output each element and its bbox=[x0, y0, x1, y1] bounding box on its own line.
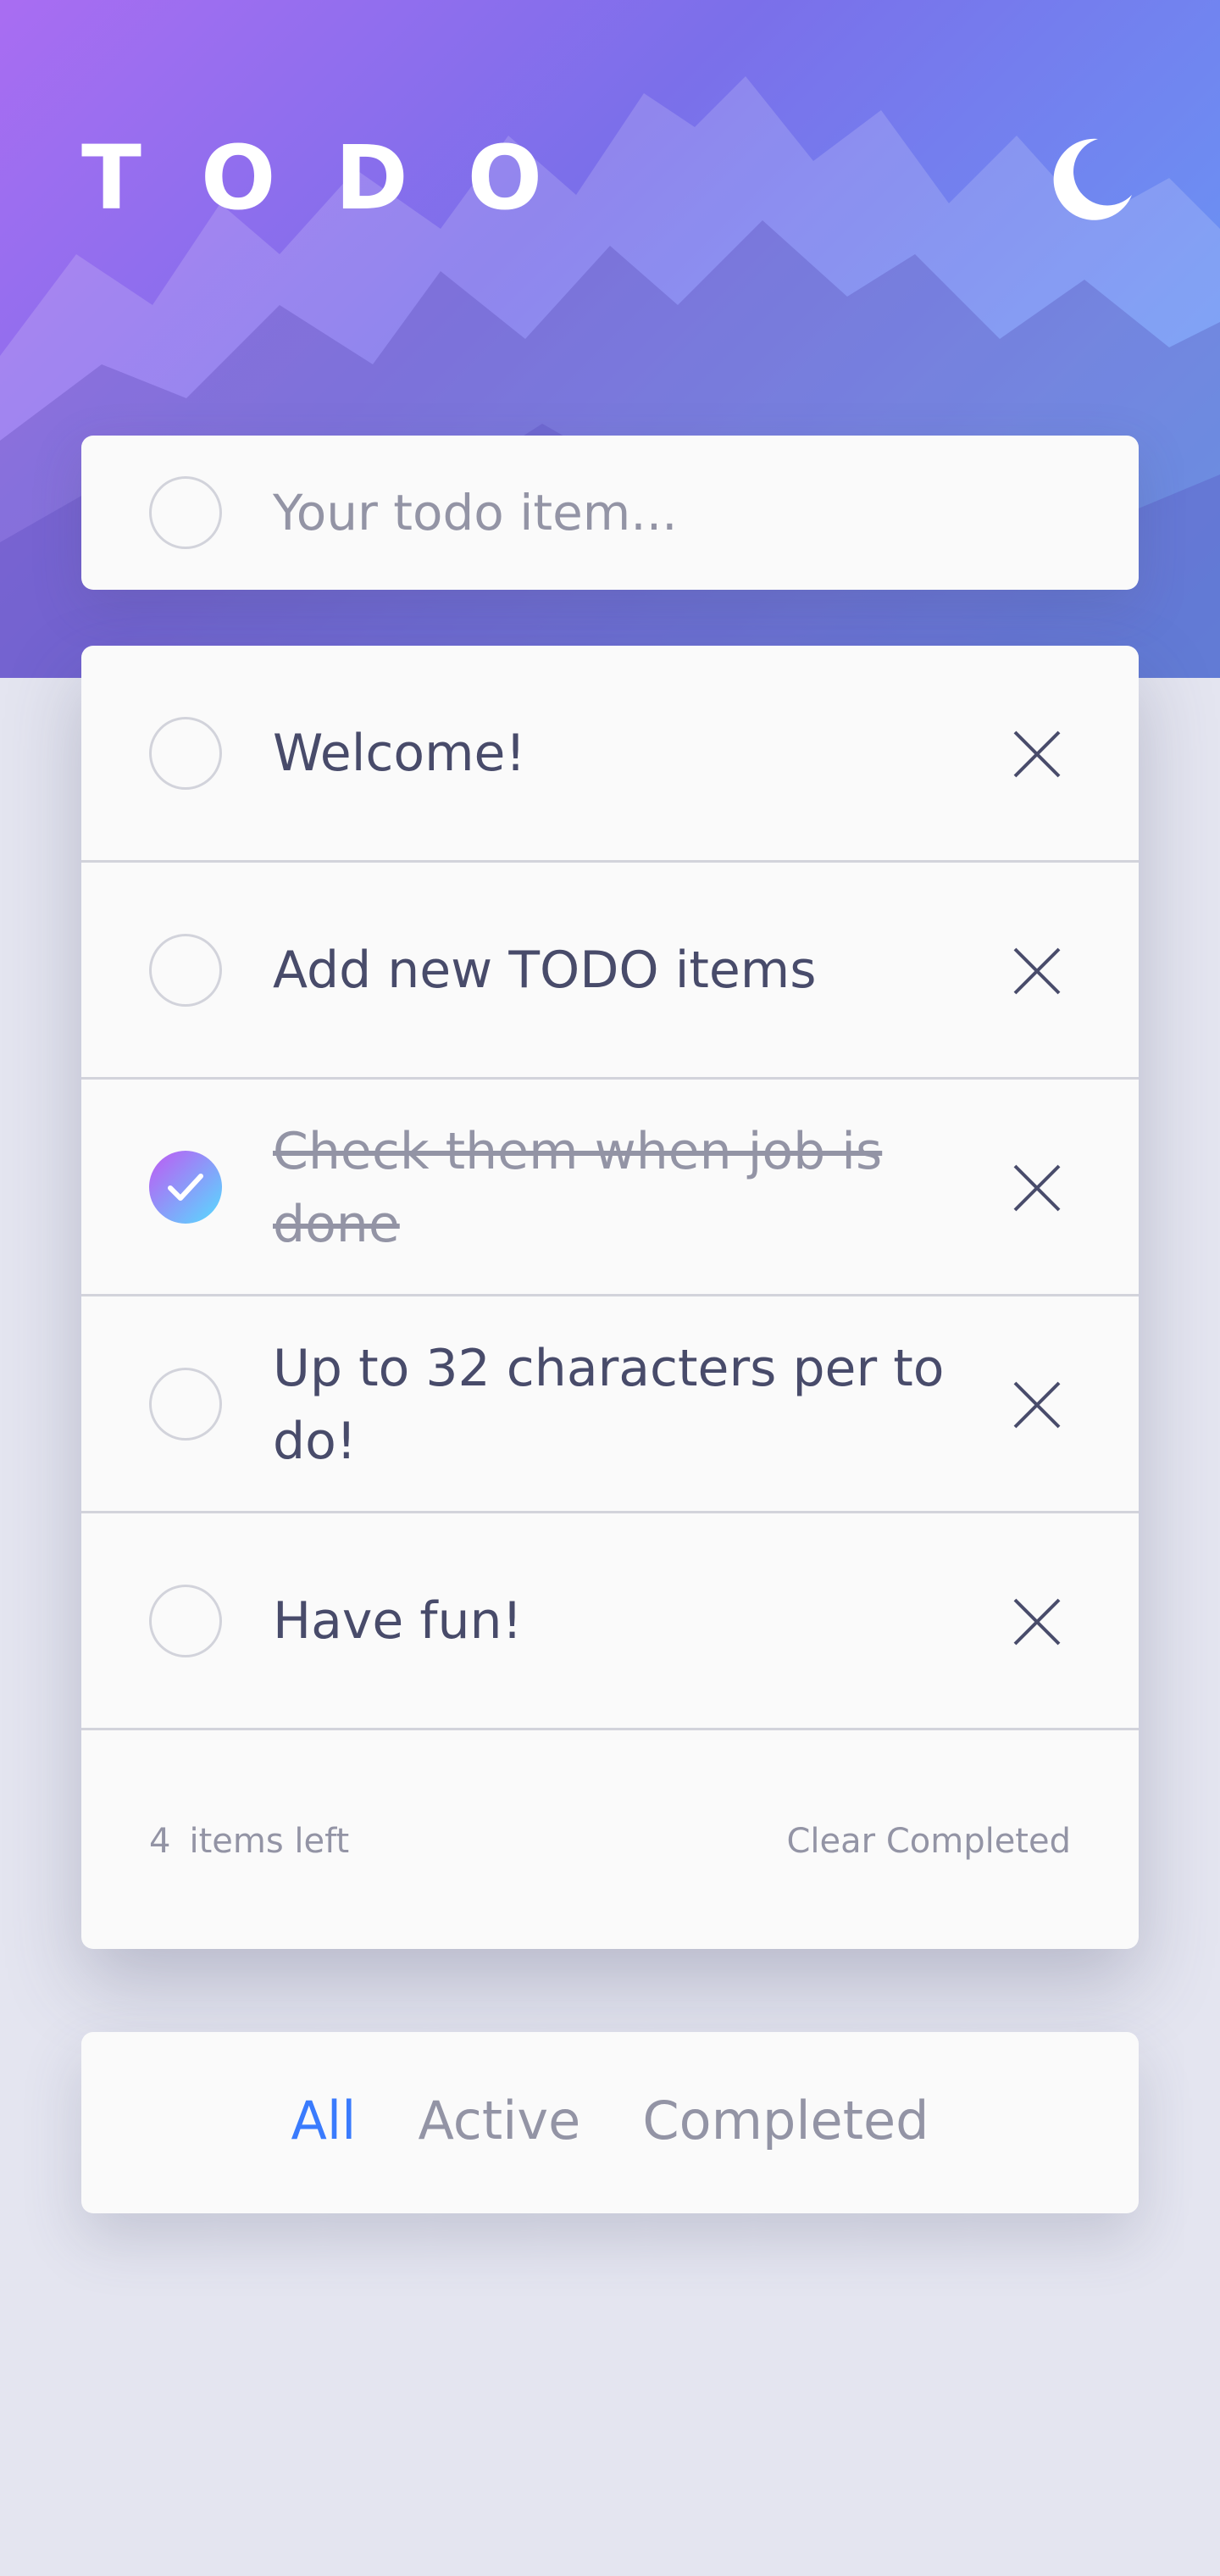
close-icon[interactable] bbox=[1013, 1381, 1061, 1429]
todo-item: Add new TODO items bbox=[81, 863, 1139, 1080]
todo-check-circle[interactable] bbox=[149, 1368, 222, 1441]
app-title: TODO bbox=[81, 126, 602, 230]
close-icon[interactable] bbox=[1013, 947, 1061, 995]
todo-check-circle[interactable] bbox=[149, 934, 222, 1007]
todo-check-circle[interactable] bbox=[149, 717, 222, 790]
todo-text[interactable]: Check them when job is done bbox=[273, 1115, 1018, 1261]
filter-active[interactable]: Active bbox=[418, 2090, 580, 2151]
list-footer: 4 items left Clear Completed bbox=[81, 1730, 1139, 1949]
todo-list: Welcome! Add new TODO items Check them w… bbox=[81, 646, 1139, 1949]
todo-item: Up to 32 characters per to do! bbox=[81, 1296, 1139, 1513]
todo-check-circle-checked[interactable] bbox=[149, 1151, 222, 1224]
todo-item: Have fun! bbox=[81, 1513, 1139, 1730]
close-icon[interactable] bbox=[1013, 1164, 1061, 1212]
todo-text[interactable]: Up to 32 characters per to do! bbox=[273, 1332, 1018, 1478]
new-todo-card bbox=[81, 436, 1139, 590]
moon-icon[interactable] bbox=[1047, 134, 1135, 222]
items-left-counter: 4 items left bbox=[149, 1822, 349, 1861]
close-icon[interactable] bbox=[1013, 1598, 1061, 1646]
close-icon[interactable] bbox=[1013, 730, 1061, 778]
new-todo-check-circle[interactable] bbox=[149, 476, 222, 549]
clear-completed-button[interactable]: Clear Completed bbox=[787, 1822, 1072, 1861]
filter-all[interactable]: All bbox=[291, 2090, 356, 2151]
todo-text[interactable]: Welcome! bbox=[273, 717, 1018, 790]
todo-check-circle[interactable] bbox=[149, 1585, 222, 1657]
check-icon bbox=[168, 1174, 203, 1201]
todo-text[interactable]: Add new TODO items bbox=[273, 934, 1018, 1007]
filter-completed[interactable]: Completed bbox=[642, 2090, 929, 2151]
filter-row: All Active Completed bbox=[81, 2090, 1139, 2151]
items-left-label: items left bbox=[189, 1822, 350, 1861]
todo-item: Welcome! bbox=[81, 646, 1139, 863]
todo-item: Check them when job is done bbox=[81, 1080, 1139, 1296]
filter-bar: All Active Completed bbox=[81, 2032, 1139, 2213]
new-todo-input[interactable] bbox=[273, 469, 1086, 556]
todo-text[interactable]: Have fun! bbox=[273, 1585, 1018, 1657]
items-left-count: 4 bbox=[149, 1822, 171, 1861]
